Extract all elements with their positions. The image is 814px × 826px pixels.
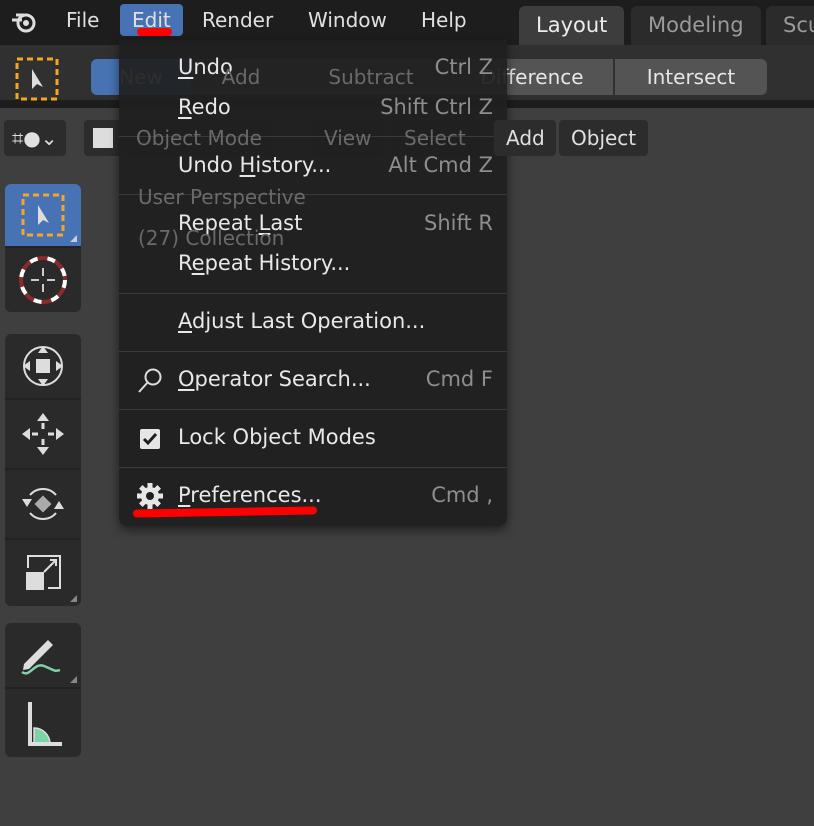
menu-help[interactable]: Help xyxy=(409,4,479,36)
transform-icon xyxy=(23,346,63,386)
separator xyxy=(119,293,507,294)
viewport-perspective-label: User Perspective xyxy=(138,185,306,209)
shortcut: Alt Cmd Z xyxy=(388,153,493,177)
separator xyxy=(119,409,507,410)
measure-icon xyxy=(28,702,62,746)
menu-item-redo[interactable]: Redo Shift Ctrl Z xyxy=(119,87,507,127)
select-box-icon xyxy=(21,193,65,237)
scale-icon xyxy=(26,555,61,590)
editor-type-icon: ⌗●⌄ xyxy=(12,126,58,150)
toolbar-group-select xyxy=(5,184,81,312)
gear-icon xyxy=(137,483,163,509)
search-icon xyxy=(138,368,162,393)
tool-transform[interactable] xyxy=(5,334,81,400)
cursor-icon xyxy=(19,256,67,304)
menu-item-adjust-last-operation[interactable]: Adjust Last Operation... xyxy=(119,301,507,341)
checkbox-checked-icon[interactable] xyxy=(137,425,163,451)
menu-item-undo[interactable]: Undo Ctrl Z xyxy=(119,47,507,87)
tool-annotate[interactable] xyxy=(5,623,81,689)
object-mode-label: Object Mode xyxy=(136,126,262,150)
shortcut: Cmd F xyxy=(425,367,493,391)
editor-type-button[interactable]: ⌗●⌄ xyxy=(4,120,66,156)
square-icon xyxy=(93,128,113,148)
tool-cursor[interactable] xyxy=(5,248,81,312)
viewport-collection-label: (27) Collection xyxy=(138,226,285,250)
tab-layout[interactable]: Layout xyxy=(519,6,625,45)
tool-scale[interactable] xyxy=(5,540,81,606)
mode-intersect-button[interactable]: Intersect xyxy=(615,59,767,95)
menu-select-label: Select xyxy=(404,126,466,150)
select-box-icon xyxy=(15,57,59,101)
tool-move[interactable] xyxy=(5,400,81,470)
tab-modeling[interactable]: Modeling xyxy=(631,6,761,45)
annotation-underline-edit xyxy=(137,28,172,36)
shortcut: Cmd , xyxy=(431,483,493,507)
toggle-fullscreen-button[interactable] xyxy=(84,120,122,156)
blender-logo-icon[interactable] xyxy=(10,8,38,36)
menu-file[interactable]: File xyxy=(54,4,111,36)
shortcut: Ctrl Z xyxy=(434,55,493,79)
menu-item-operator-search[interactable]: Operator Search... Cmd F xyxy=(119,359,507,399)
tool-rotate[interactable] xyxy=(5,470,81,540)
menu-view-label: View xyxy=(324,126,372,150)
shortcut: Shift R xyxy=(424,211,493,235)
menu-render[interactable]: Render xyxy=(190,4,285,36)
menu-item-lock-object-modes[interactable]: Lock Object Modes xyxy=(119,417,507,457)
toolbar-group-transform xyxy=(5,334,81,606)
menu-add[interactable]: Add xyxy=(494,120,556,156)
shortcut: Shift Ctrl Z xyxy=(380,95,493,119)
mode-add-label: Add xyxy=(221,65,261,89)
move-icon xyxy=(22,413,64,455)
menu-item-undo-history[interactable]: Undo History... Alt Cmd Z xyxy=(119,145,507,185)
separator xyxy=(119,351,507,352)
separator xyxy=(119,467,507,468)
top-bar: File Edit Render Window Help Layout Mode… xyxy=(0,0,814,45)
rotate-icon xyxy=(22,488,64,520)
menu-window[interactable]: Window xyxy=(296,4,399,36)
edit-menu-dropdown: Undo Ctrl Z Redo Shift Ctrl Z Undo History… xyxy=(119,40,507,526)
mode-subtract-label: Subtract xyxy=(328,65,414,89)
tool-measure[interactable] xyxy=(5,689,81,757)
annotate-pencil-icon xyxy=(21,640,61,675)
tab-sculpting[interactable]: Scu xyxy=(766,6,814,45)
tool-select-box[interactable] xyxy=(5,184,81,248)
menu-object[interactable]: Object xyxy=(559,120,649,156)
toolbar-group-annotate xyxy=(5,623,81,757)
